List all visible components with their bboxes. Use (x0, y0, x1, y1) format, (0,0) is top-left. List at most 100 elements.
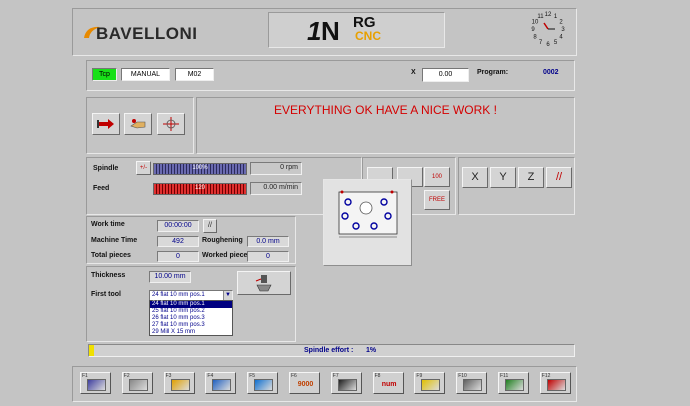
clock-number: 12 (545, 12, 552, 18)
tool-change-button[interactable] (237, 271, 291, 295)
feed-speed: 0.00 m/min (250, 182, 302, 195)
workpiece-drawing-icon (338, 190, 398, 238)
first-tool-selected: 24 flat 10 mm pos.1 (152, 292, 205, 298)
logo-digit: 1 (307, 16, 322, 46)
reset-time-button[interactable]: // (203, 219, 217, 233)
clock-number: 1 (554, 14, 558, 20)
axis-label: X (411, 69, 416, 76)
monitor-icon (337, 379, 357, 391)
spindle-direction-toggle[interactable]: +/- (136, 161, 151, 175)
tool-option[interactable]: 29 Mill X 15 mm (150, 329, 232, 336)
tool-option[interactable]: 24 flat 10 mm pos.1 (150, 301, 232, 308)
total-pieces-value: 0 (157, 251, 199, 262)
function-key-f11[interactable]: F11 (498, 372, 529, 394)
document-icon (128, 379, 148, 391)
brand-name: BAVELLONI (96, 24, 198, 43)
function-key-f12[interactable]: F12 (539, 372, 571, 394)
first-tool-dropdown-list: 24 flat 10 mm pos.1 25 flat 10 mm pos.2 … (149, 300, 233, 336)
feed-gauge: 120 (153, 183, 247, 195)
nrg-cnc-logo: 1 N RG CNC (268, 12, 445, 48)
spindle-effort-fill (89, 345, 94, 356)
axis-y-button[interactable]: Y (490, 167, 516, 188)
work-time-label: Work time (91, 221, 125, 228)
clock-number: 9 (531, 27, 535, 33)
clock-number: 8 (533, 35, 537, 41)
cnc-main-window: BAVELLONI 1 N RG CNC 12 1 2 3 4 5 6 7 8 9 10 11 Tcp… (0, 0, 690, 406)
axis-parallel-button[interactable]: // (546, 167, 572, 188)
spindle-label: Spindle (93, 165, 119, 172)
function-key-f10[interactable]: F10 (456, 372, 488, 394)
mcode-field: M02 (175, 68, 214, 81)
chevron-down-icon[interactable]: ▼ (223, 291, 232, 300)
function-key-f8[interactable]: F8 num (372, 372, 404, 394)
roughening-value: 0.0 mm (247, 236, 289, 247)
clock-number: 6 (546, 42, 550, 48)
spindle-rpm: 0 rpm (250, 162, 302, 175)
spindle-gauge: 100% (153, 163, 247, 175)
function-key-f4[interactable]: F4 (205, 372, 237, 394)
warning-icon (421, 379, 441, 391)
tool-icon (463, 379, 483, 391)
clock-number: 4 (559, 35, 563, 41)
camera-icon (87, 379, 106, 391)
clock-number: 3 (561, 27, 565, 33)
num-logo-icon: num (381, 381, 397, 388)
clock-number: 10 (532, 20, 539, 26)
bavelloni-logo: BAVELLONI (82, 22, 242, 46)
jog-free-button[interactable]: FREE (424, 190, 450, 210)
clock-number: 11 (537, 14, 544, 20)
feed-label: Feed (93, 185, 110, 192)
first-tool-label: First tool (91, 291, 121, 298)
axis-x-button[interactable]: X (462, 167, 488, 188)
exit-icon (546, 379, 566, 391)
counter-9000-icon: 9000 (297, 381, 314, 388)
worked-pieces-value: 0 (247, 251, 289, 262)
function-key-f2[interactable]: F2 (121, 372, 153, 394)
thickness-label: Thickness (91, 272, 126, 279)
tool-holder-icon (255, 275, 272, 292)
logo-cnc: CNC (355, 29, 381, 43)
clock-icon: 12 1234567891011 (531, 12, 565, 48)
machine-time-value: 492 (157, 236, 199, 247)
clock-number: 5 (554, 40, 558, 46)
function-key-f3[interactable]: F3 (163, 372, 195, 394)
tool-option[interactable]: 27 flat 10 mm pos.3 (150, 322, 232, 329)
program-number: 0002 (543, 69, 559, 76)
total-pieces-label: Total pieces (91, 252, 131, 259)
function-key-f5[interactable]: F5 (247, 372, 279, 394)
status-message: EVERYTHING OK HAVE A NICE WORK ! (274, 103, 497, 117)
feed-percent: 120 (194, 185, 205, 191)
work-time-value: 00:00:00 (157, 220, 199, 232)
jog-speed-100-button[interactable]: 100 (424, 167, 450, 187)
machine-time-label: Machine Time (91, 237, 138, 244)
clock-number: 2 (559, 20, 563, 26)
thickness-value: 10.00 mm (149, 271, 191, 283)
spindle-effort-value: 1% (366, 347, 377, 354)
clock-number: 7 (539, 40, 543, 46)
open-folder-icon (170, 379, 190, 391)
axis-position-field: 0.00 (422, 68, 469, 82)
grid-icon (505, 379, 524, 391)
wall-clock: 12 1 2 3 4 5 6 7 8 9 10 11 (530, 10, 570, 50)
spindle-percent: 100% (192, 165, 208, 171)
axis-z-button[interactable]: Z (518, 167, 544, 188)
tcp-status-badge: Tcp (92, 68, 117, 81)
logo-n: N (321, 16, 340, 46)
target-icon (163, 117, 179, 131)
enter-button[interactable] (92, 113, 120, 135)
origin-button[interactable] (157, 113, 185, 135)
spindle-effort-bar: Spindle effort : 1% (88, 344, 575, 357)
function-key-f6[interactable]: F6 9000 (289, 372, 320, 394)
function-key-f7[interactable]: F7 (330, 372, 362, 394)
function-key-f9[interactable]: F9 (414, 372, 446, 394)
image-icon (212, 379, 232, 391)
tool-option[interactable]: 26 flat 10 mm pos.3 (150, 315, 232, 322)
arrow-enter-icon (97, 119, 114, 129)
worked-pieces-label: Worked pieces (202, 252, 252, 259)
roughening-label: Roughening (202, 237, 243, 244)
hand-icon (130, 119, 146, 129)
mode-field: MANUAL (121, 68, 170, 81)
hand-button[interactable] (124, 113, 152, 135)
function-key-f1[interactable]: F1 (80, 372, 111, 394)
tool-option[interactable]: 25 flat 10 mm pos.2 (150, 308, 232, 315)
